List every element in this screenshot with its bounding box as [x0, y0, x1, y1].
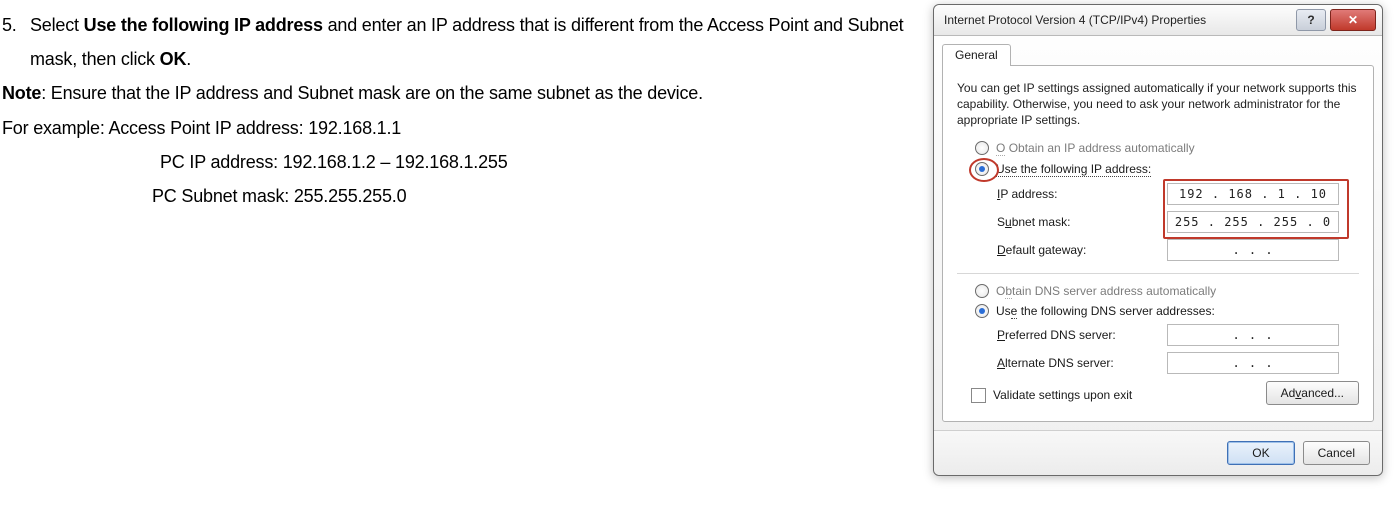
- row-subnet-mask: Subnet mask: 255 . 255 . 255 . 0: [997, 211, 1359, 233]
- checkbox-icon: [971, 388, 986, 403]
- radio-obtain-ip-label: O: [996, 141, 1005, 156]
- input-ip-address[interactable]: 192 . 168 . 1 . 10: [1167, 183, 1339, 205]
- step-bold-use-ip: Use the following IP address: [84, 15, 323, 35]
- close-button[interactable]: ✕: [1330, 9, 1376, 31]
- pc-mask-line: PC Subnet mask: 255.255.255.0: [2, 179, 913, 213]
- instruction-text: 5. Select Use the following IP address a…: [0, 0, 933, 514]
- label-subnet-mask: Subnet mask:: [997, 215, 1167, 229]
- radio-use-ip[interactable]: Use the following IP address:: [975, 162, 1359, 177]
- ok-button[interactable]: OK: [1227, 441, 1294, 465]
- step-line2-a: mask, then click: [30, 49, 160, 69]
- example-line: For example: Access Point IP address: 19…: [2, 111, 913, 145]
- pc-ip-line: PC IP address: 192.168.1.2 – 192.168.1.2…: [2, 145, 913, 179]
- note-label: Note: [2, 83, 41, 103]
- radio-use-dns[interactable]: Use the following DNS server addresses:: [975, 304, 1359, 318]
- step-text-a: Select: [30, 15, 84, 35]
- radio-icon: [975, 304, 989, 318]
- dialog-titlebar: Internet Protocol Version 4 (TCP/IPv4) P…: [934, 5, 1382, 36]
- input-alternate-dns[interactable]: . . .: [1167, 352, 1339, 374]
- help-icon: ?: [1307, 13, 1314, 27]
- info-text: You can get IP settings assigned automat…: [957, 80, 1359, 129]
- input-subnet-mask[interactable]: 255 . 255 . 255 . 0: [1167, 211, 1339, 233]
- row-alternate-dns: Alternate DNS server: . . .: [997, 352, 1359, 374]
- tab-body: You can get IP settings assigned automat…: [942, 65, 1374, 422]
- label-default-gateway: Default gateway:: [997, 243, 1167, 257]
- help-button[interactable]: ?: [1296, 9, 1326, 31]
- label-alternate-dns: Alternate DNS server:: [997, 356, 1167, 370]
- step-line2-c: .: [186, 49, 191, 69]
- radio-use-ip-label: Use the following IP address:: [996, 162, 1151, 177]
- step-number: 5.: [2, 8, 30, 42]
- step-body: Select Use the following IP address and …: [30, 8, 913, 42]
- radio-obtain-dns[interactable]: Obtain DNS server address automatically: [975, 284, 1359, 298]
- dialog-footer: OK Cancel: [934, 430, 1382, 475]
- checkbox-validate-label: Validate settings upon exit: [993, 388, 1132, 402]
- cancel-button[interactable]: Cancel: [1303, 441, 1370, 465]
- row-default-gateway: Default gateway: . . .: [997, 239, 1359, 261]
- close-icon: ✕: [1348, 13, 1358, 27]
- radio-icon: [975, 284, 989, 298]
- radio-icon: [975, 162, 989, 176]
- divider: [957, 273, 1359, 274]
- radio-icon: [975, 141, 989, 155]
- row-preferred-dns: Preferred DNS server: . . .: [997, 324, 1359, 346]
- tcpip-properties-dialog: Internet Protocol Version 4 (TCP/IPv4) P…: [933, 4, 1383, 476]
- radio-obtain-ip[interactable]: O Obtain an IP address automatically: [975, 141, 1359, 156]
- label-preferred-dns: Preferred DNS server:: [997, 328, 1167, 342]
- note-text: : Ensure that the IP address and Subnet …: [41, 83, 703, 103]
- row-ip-address: IIP address:P address: 192 . 168 . 1 . 1…: [997, 183, 1359, 205]
- tab-general[interactable]: General: [942, 44, 1011, 66]
- radio-obtain-ip-text: Obtain an IP address automatically: [1009, 141, 1195, 155]
- label-ip-address: IIP address:P address:: [997, 187, 1167, 201]
- advanced-button[interactable]: Advanced...: [1266, 381, 1359, 405]
- dialog-title: Internet Protocol Version 4 (TCP/IPv4) P…: [944, 13, 1292, 27]
- step-text-c: and enter an IP address that is differen…: [323, 15, 904, 35]
- input-default-gateway[interactable]: . . .: [1167, 239, 1339, 261]
- input-preferred-dns[interactable]: . . .: [1167, 324, 1339, 346]
- step-line2-ok: OK: [160, 49, 187, 69]
